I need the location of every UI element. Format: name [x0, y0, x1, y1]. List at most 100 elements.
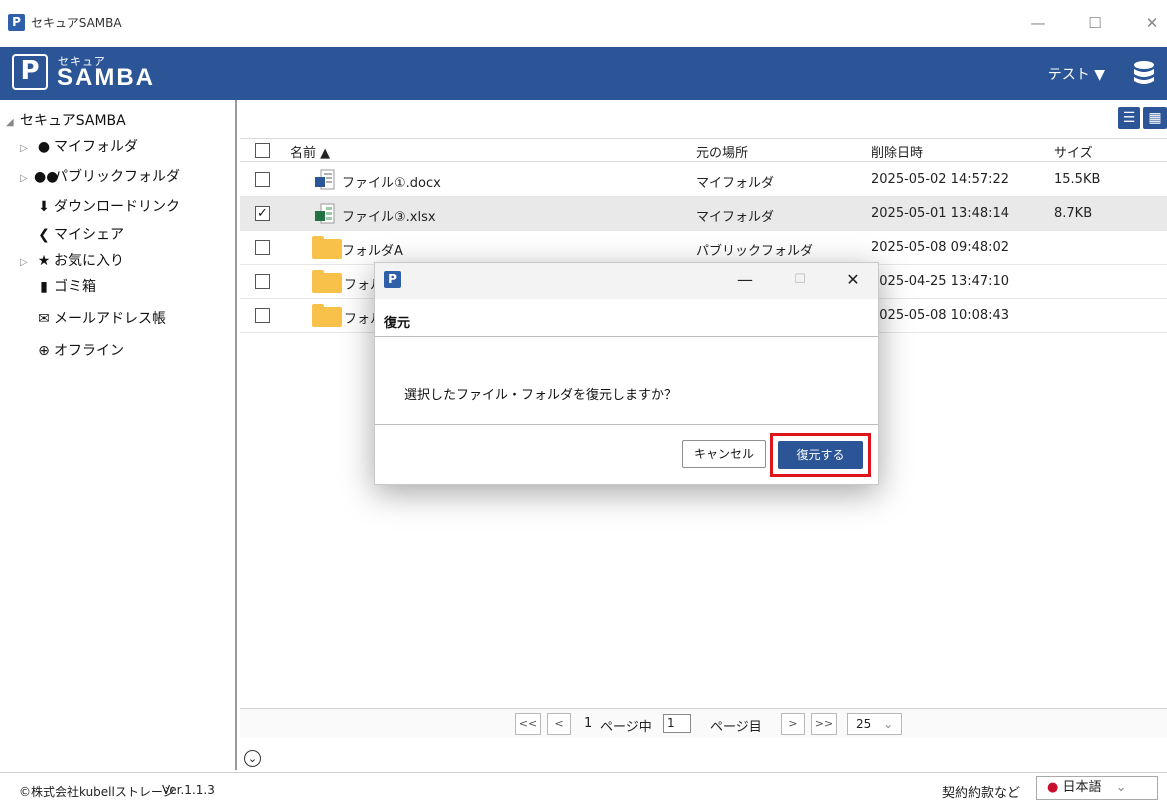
first-page-button[interactable]: << [515, 713, 541, 735]
maximize-button[interactable]: ☐ [1080, 12, 1110, 34]
version-text: Ver.1.1.3 [162, 783, 215, 797]
expand-triangle-icon[interactable]: ▷ [20, 251, 34, 275]
window-title: セキュアSAMBA [31, 16, 122, 30]
database-icon[interactable] [1133, 60, 1155, 86]
download-icon: ⬇ [38, 199, 50, 215]
copyright-text: ©株式会社kubellストレージ [19, 785, 175, 799]
dialog-maximize-button: ☐ [794, 272, 806, 287]
last-page-button[interactable]: >> [811, 713, 837, 735]
language-label: 日本語 [1062, 780, 1102, 795]
language-select[interactable]: ● 日本語 ⌄ [1036, 776, 1158, 800]
mail-icon: ✉ [38, 311, 50, 327]
sidebar-item-label: オフライン [54, 343, 124, 359]
dialog-titlebar: P — ☐ ✕ [375, 263, 878, 299]
per-page-select[interactable]: 25 ⌄ [847, 713, 902, 735]
sidebar-item-offline[interactable]: ⊕ オフライン [34, 339, 124, 363]
expand-triangle-icon[interactable]: ▷ [20, 167, 34, 191]
sidebar-item-favorites[interactable]: ▷ ★ お気に入り [20, 249, 124, 273]
app-key-icon: P [384, 271, 401, 288]
restore-dialog: P — ☐ ✕ 復元 選択したファイル・フォルダを復元しますか？ キャンセル 復… [374, 262, 879, 485]
row-checkbox[interactable] [255, 240, 270, 255]
logo-title: SAMBA [57, 64, 155, 91]
minimize-button[interactable]: — [1023, 12, 1053, 34]
cancel-button[interactable]: キャンセル [682, 440, 766, 468]
divider [375, 424, 878, 425]
file-location: マイフォルダ [696, 176, 775, 191]
collapse-triangle-icon[interactable]: ◢ [6, 111, 20, 135]
file-deleted-date: 2025-05-01 13:48:14 [871, 206, 1010, 221]
japan-flag-icon: ● [1047, 780, 1059, 795]
trash-icon: ▮ [40, 279, 48, 295]
table-row[interactable]: ファイル①.docx マイフォルダ 2025-05-02 14:57:22 15… [240, 163, 1167, 197]
sidebar-item-label: マイシェア [54, 227, 124, 243]
word-file-icon [315, 169, 335, 190]
folder-icon [312, 304, 342, 327]
file-deleted-date: 2025-05-08 10:08:43 [871, 308, 1010, 323]
key-logo-icon: P [12, 54, 48, 90]
of-pages-label: ページ中 [600, 720, 652, 735]
sidebar-root[interactable]: ◢ セキュアSAMBA [6, 109, 126, 133]
share-icon: ❮ [38, 227, 50, 243]
file-name[interactable]: ファイル①.docx [342, 172, 441, 191]
expand-triangle-icon[interactable]: ▷ [20, 137, 34, 161]
file-location: パブリックフォルダ [696, 244, 814, 259]
sidebar-item-label: メールアドレス帳 [54, 311, 166, 327]
sidebar-item-trash[interactable]: ▮ ゴミ箱 [34, 275, 96, 299]
dialog-minimize-button[interactable]: — [731, 269, 759, 291]
close-window-button[interactable]: ✕ [1137, 12, 1167, 34]
sidebar-item-label: お気に入り [54, 253, 124, 269]
page-suffix-label: ページ目 [710, 720, 762, 735]
window-titlebar: P セキュアSAMBA — ☐ ✕ [0, 0, 1167, 47]
column-name[interactable]: 名前 ▲ [290, 142, 330, 161]
sidebar-item-label: パブリックフォルダ [54, 169, 180, 185]
folder-icon [312, 236, 342, 259]
column-location[interactable]: 元の場所 [696, 142, 748, 161]
row-checkbox[interactable] [255, 274, 270, 289]
row-checkbox[interactable] [255, 172, 270, 187]
sidebar-item-myfolder[interactable]: ▷ ● マイフォルダ [20, 135, 138, 159]
pagination-bar: << < 1 ページ中 1 ページ目 > >> 25 ⌄ [240, 708, 1167, 738]
star-icon: ★ [37, 253, 51, 269]
highlight-frame: 復元する [770, 433, 871, 477]
next-page-button[interactable]: > [781, 713, 805, 735]
per-page-value: 25 [856, 717, 872, 731]
table-row[interactable]: フォルダA パブリックフォルダ 2025-05-08 09:48:02 [240, 231, 1167, 265]
sidebar-item-label: マイフォルダ [54, 139, 138, 155]
sidebar-item-label: ダウンロードリンク [54, 199, 180, 215]
file-name[interactable]: フォルダA [342, 240, 403, 259]
offline-icon: ⊕ [38, 343, 50, 359]
prev-page-button[interactable]: < [547, 713, 571, 735]
chevron-down-icon: ⌄ [883, 717, 894, 731]
user-menu[interactable]: テスト ▼ [1048, 64, 1105, 84]
file-deleted-date: 2025-05-02 14:57:22 [871, 172, 1010, 187]
grid-view-icon[interactable]: ▦ [1143, 107, 1167, 129]
sidebar-root-label: セキュアSAMBA [20, 113, 126, 129]
divider [375, 336, 878, 337]
dialog-message: 選択したファイル・フォルダを復元しますか？ [404, 388, 678, 403]
select-all-checkbox[interactable] [255, 143, 270, 158]
users-icon: ●● [34, 169, 59, 185]
dialog-close-button[interactable]: ✕ [839, 269, 867, 291]
table-row[interactable]: ✓ ファイル③.xlsx マイフォルダ 2025-05-01 13:48:14 … [240, 197, 1167, 231]
sidebar-item-publicfolder[interactable]: ▷ ●●パブリックフォルダ [20, 165, 180, 189]
restore-button[interactable]: 復元する [778, 441, 863, 469]
file-deleted-date: 2025-04-25 13:47:10 [871, 274, 1010, 289]
list-view-icon[interactable]: ☰ [1118, 107, 1140, 129]
terms-link[interactable]: 契約約款など [942, 782, 1020, 801]
page-number-input[interactable]: 1 [663, 714, 691, 733]
app-key-icon: P [8, 14, 25, 31]
chevron-down-icon: ⌄ [1115, 780, 1127, 795]
file-name[interactable]: ファイル③.xlsx [342, 206, 436, 225]
sidebar-item-myshare[interactable]: ❮ マイシェア [34, 223, 124, 247]
row-checkbox-checked[interactable]: ✓ [255, 206, 270, 221]
app-header: P セキュア SAMBA テスト ▼ [0, 47, 1167, 100]
sidebar-item-downloadlink[interactable]: ⬇ ダウンロードリンク [34, 195, 180, 219]
sidebar-item-addressbook[interactable]: ✉ メールアドレス帳 [34, 307, 166, 331]
row-checkbox[interactable] [255, 308, 270, 323]
chevron-down-circle-icon[interactable]: ⌄ [244, 750, 261, 767]
file-location: マイフォルダ [696, 210, 775, 225]
user-icon: ● [37, 139, 51, 155]
column-size[interactable]: サイズ [1054, 142, 1093, 161]
column-deleted[interactable]: 削除日時 [871, 142, 923, 161]
sidebar: ◢ セキュアSAMBA ▷ ● マイフォルダ ▷ ●●パブリックフォルダ ⬇ ダウンロード… [0, 100, 237, 770]
